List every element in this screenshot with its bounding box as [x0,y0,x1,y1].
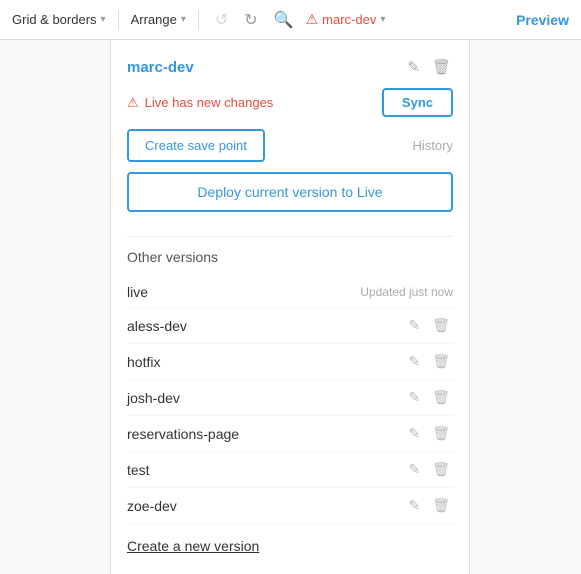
delete-hotfix-button[interactable]: 🗑 [429,351,453,372]
arrange-chevron-icon: ▾ [181,14,186,25]
version-item-reservations-page: reservations-page ✎ 🗑 [127,416,453,452]
divider-2 [198,10,199,30]
right-gutter [470,40,581,574]
panel-title: marc-dev [127,59,194,76]
version-item-zoe-dev: zoe-dev ✎ 🗑 [127,488,453,524]
edit-hotfix-button[interactable]: ✎ [405,351,423,372]
edit-josh-dev-button[interactable]: ✎ [405,387,423,408]
version-actions-aless-dev: ✎ 🗑 [405,315,453,336]
version-name-zoe-dev: zoe-dev [127,498,405,514]
delete-panel-button[interactable]: 🗑 [430,56,453,78]
deploy-button[interactable]: Deploy current version to Live [127,172,453,212]
alert-indicator[interactable]: ⚠ marc-dev ▾ [306,11,386,28]
version-item-josh-dev: josh-dev ✎ 🗑 [127,380,453,416]
create-save-point-button[interactable]: Create save point [127,129,265,162]
history-link[interactable]: History [413,138,453,153]
panel-header: marc-dev ✎ 🗑 [127,56,453,78]
redo-button[interactable]: ↻ [240,8,261,32]
version-name-live: live [127,284,352,300]
section-divider [127,236,453,237]
version-badge-live: Updated just now [360,285,453,299]
edit-panel-button[interactable]: ✎ [405,56,422,78]
version-list: live Updated just now aless-dev ✎ 🗑 hotf… [127,277,453,524]
main-container: marc-dev ✎ 🗑 ⚠ Live has new changes Sync… [0,40,581,574]
version-actions-zoe-dev: ✎ 🗑 [405,495,453,516]
version-item-aless-dev: aless-dev ✎ 🗑 [127,308,453,344]
delete-reservations-page-button[interactable]: 🗑 [429,423,453,444]
edit-reservations-page-button[interactable]: ✎ [405,423,423,444]
alert-icon: ⚠ [127,95,139,111]
alert-triangle-icon: ⚠ [306,11,319,28]
edit-aless-dev-button[interactable]: ✎ [405,315,423,336]
divider-1 [118,10,119,30]
edit-test-button[interactable]: ✎ [405,459,423,480]
other-versions-title: Other versions [127,249,453,265]
sync-button[interactable]: Sync [382,88,453,117]
edit-zoe-dev-button[interactable]: ✎ [405,495,423,516]
version-actions-test: ✎ 🗑 [405,459,453,480]
delete-aless-dev-button[interactable]: 🗑 [429,315,453,336]
alert-sync-row: ⚠ Live has new changes Sync [127,88,453,117]
delete-zoe-dev-button[interactable]: 🗑 [429,495,453,516]
toolbar: Grid & borders ▾ Arrange ▾ ↺ ↻ 🔍 ⚠ marc-… [0,0,581,40]
delete-josh-dev-button[interactable]: 🗑 [429,387,453,408]
version-name-test: test [127,462,405,478]
version-item-test: test ✎ 🗑 [127,452,453,488]
alert-message: Live has new changes [145,95,274,110]
version-actions-hotfix: ✎ 🗑 [405,351,453,372]
version-item-hotfix: hotfix ✎ 🗑 [127,344,453,380]
grid-borders-chevron-icon: ▾ [101,14,106,25]
search-button[interactable]: 🔍 [270,8,298,32]
grid-borders-group: Grid & borders ▾ [12,12,106,27]
undo-button[interactable]: ↺ [211,8,232,32]
arrange-group: Arrange ▾ [131,12,186,27]
create-new-version-link[interactable]: Create a new version [127,538,259,554]
version-actions-reservations-page: ✎ 🗑 [405,423,453,444]
version-name-reservations-page: reservations-page [127,426,405,442]
alert-chevron-icon: ▾ [380,14,385,25]
left-gutter [0,40,110,574]
arrange-label: Arrange [131,12,177,27]
version-name-hotfix: hotfix [127,354,405,370]
save-history-row: Create save point History [127,129,453,162]
version-name-aless-dev: aless-dev [127,318,405,334]
preview-button[interactable]: Preview [516,12,569,28]
grid-borders-label: Grid & borders [12,12,97,27]
version-actions-josh-dev: ✎ 🗑 [405,387,453,408]
version-name-josh-dev: josh-dev [127,390,405,406]
live-changes-alert: ⚠ Live has new changes [127,95,273,111]
alert-branch-name: marc-dev [322,12,376,27]
version-item-live: live Updated just now [127,277,453,308]
delete-test-button[interactable]: 🗑 [429,459,453,480]
panel-header-icons: ✎ 🗑 [405,56,453,78]
versions-panel: marc-dev ✎ 🗑 ⚠ Live has new changes Sync… [110,40,470,574]
